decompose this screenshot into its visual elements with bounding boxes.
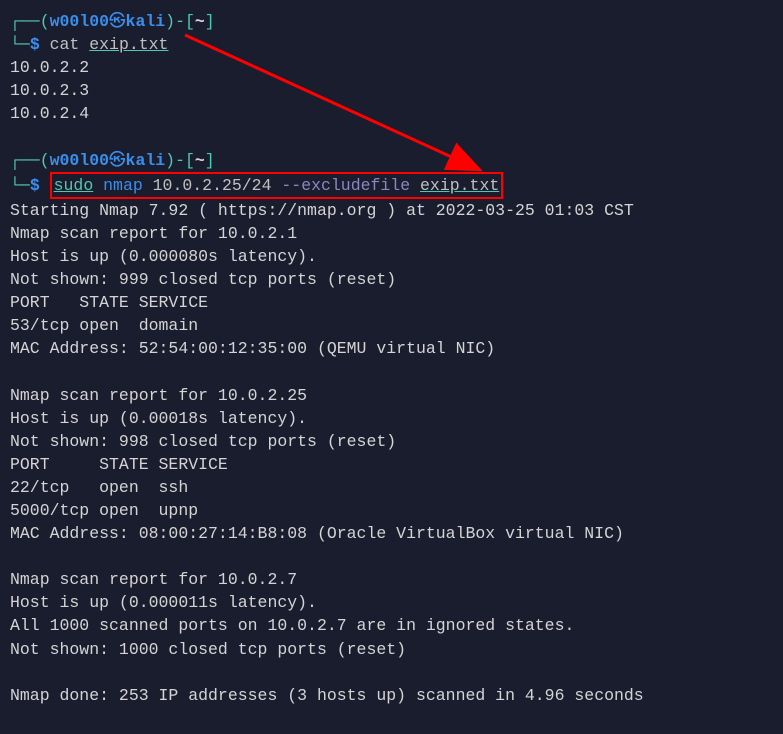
prompt-corner-bottom: └─ [10,174,30,197]
output-line: MAC Address: 08:00:27:14:B8:08 (Oracle V… [10,522,773,545]
skull-icon: ㉿ [109,10,126,33]
output-line: 53/tcp open domain [10,314,773,337]
cmd-nmap[interactable]: nmap [103,176,143,195]
output-line: Nmap done: 253 IP addresses (3 hosts up)… [10,684,773,707]
prompt-user: w00l00 [50,10,109,33]
path-close: ] [205,10,215,33]
prompt-close-paren: ) [165,149,175,172]
output-line: 22/tcp open ssh [10,476,773,499]
prompt-block-2: ┌──(w00l00㉿kali)-[~] └─$ sudo nmap 10.0.… [10,149,773,199]
output-line: 10.0.2.4 [10,102,773,125]
output-line: Starting Nmap 7.92 ( https://nmap.org ) … [10,199,773,222]
cmd-file-2[interactable]: exip.txt [420,176,499,195]
prompt-host: kali [126,10,166,33]
output-line: Nmap scan report for 10.0.2.7 [10,568,773,591]
prompt-dollar: $ [30,33,40,56]
prompt-user: w00l00 [50,149,109,172]
output-line: All 1000 scanned ports on 10.0.2.7 are i… [10,614,773,637]
output-line: PORT STATE SERVICE [10,291,773,314]
path-close: ] [205,149,215,172]
cmd-flag[interactable]: --excludefile [281,176,410,195]
prompt-close-paren: ) [165,10,175,33]
output-line: Nmap scan report for 10.0.2.1 [10,222,773,245]
prompt-dollar: $ [30,174,40,197]
prompt-open-paren: ( [40,149,50,172]
prompt-path: ~ [195,10,205,33]
output-line: Not shown: 998 closed tcp ports (reset) [10,430,773,453]
output-blank [10,360,773,383]
output-line: Not shown: 1000 closed tcp ports (reset) [10,638,773,661]
cmd-target[interactable]: 10.0.2.25/24 [153,176,272,195]
output-line: Not shown: 999 closed tcp ports (reset) [10,268,773,291]
prompt-open-paren: ( [40,10,50,33]
output-line: Host is up (0.00018s latency). [10,407,773,430]
output-line: MAC Address: 52:54:00:12:35:00 (QEMU vir… [10,337,773,360]
output-line: Nmap scan report for 10.0.2.25 [10,384,773,407]
output-line: Host is up (0.000080s latency). [10,245,773,268]
prompt-dash: - [175,149,185,172]
highlighted-command: sudo nmap 10.0.2.25/24 --excludefile exi… [50,172,504,199]
output-line: 10.0.2.3 [10,79,773,102]
output-line: 5000/tcp open upnp [10,499,773,522]
prompt-corner-bottom: └─ [10,33,30,56]
prompt-host: kali [126,149,166,172]
prompt-corner: ┌── [10,10,40,33]
prompt-corner: ┌── [10,149,40,172]
prompt-path: ~ [195,149,205,172]
path-open: [ [185,149,195,172]
skull-icon: ㉿ [109,149,126,172]
output-line: Host is up (0.000011s latency). [10,591,773,614]
cmd-file-1[interactable]: exip.txt [89,33,168,56]
output-line: PORT STATE SERVICE [10,453,773,476]
cmd-cat[interactable]: cat [50,33,80,56]
cmd-sudo[interactable]: sudo [54,176,94,195]
output-line: 10.0.2.2 [10,56,773,79]
output-blank [10,545,773,568]
path-open: [ [185,10,195,33]
output-blank [10,661,773,684]
output-blank [10,125,773,148]
prompt-dash: - [175,10,185,33]
prompt-block-1: ┌──(w00l00㉿kali)-[~] └─$ cat exip.txt [10,10,773,56]
